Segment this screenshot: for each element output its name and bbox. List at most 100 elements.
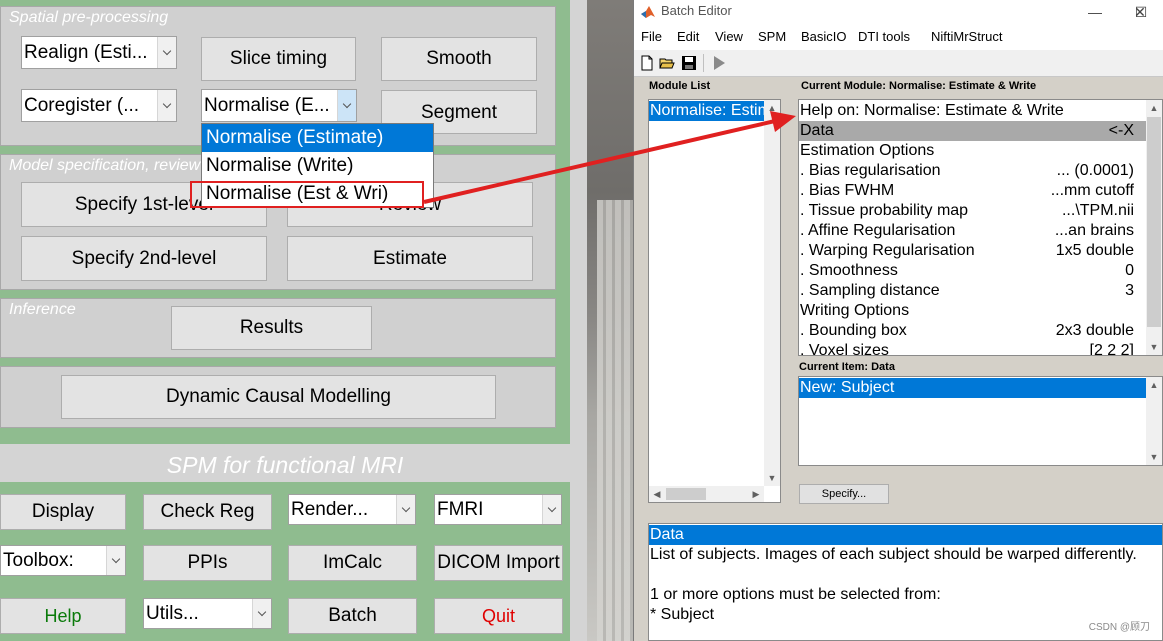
tool-bar (634, 50, 1163, 77)
scroll-thumb[interactable] (1147, 117, 1161, 327)
normalise-select[interactable]: Normalise (E... (201, 89, 357, 122)
dropdown-option-estimate[interactable]: Normalise (Estimate) (202, 124, 433, 152)
help-title: Data (649, 525, 1162, 545)
help-line (649, 565, 1162, 585)
slice-timing-button[interactable]: Slice timing (201, 37, 356, 81)
current-item-label: Current Item: Data (799, 361, 895, 373)
scroll-up-icon[interactable]: ▲ (764, 100, 780, 116)
imcalc-button[interactable]: ImCalc (288, 545, 417, 581)
scroll-down-icon[interactable]: ▼ (1146, 339, 1162, 355)
utils-select[interactable]: Utils... (143, 598, 272, 629)
watermark: CSDN @顾刀 (1088, 622, 1150, 633)
background-stripes (597, 200, 633, 641)
module-option-row[interactable]: . Smoothness 0 (799, 261, 1146, 281)
option-label: Writing Options (800, 302, 910, 319)
option-label: . Sampling distance (800, 282, 940, 299)
run-icon[interactable] (711, 55, 727, 71)
menu-file[interactable]: File (641, 29, 662, 44)
horizontal-scrollbar[interactable]: ◀ ▶ (649, 486, 764, 502)
minimize-button[interactable]: — (1072, 0, 1118, 24)
spm-menu-window: Spatial pre-processing Model specificati… (0, 0, 587, 641)
scroll-down-icon[interactable]: ▼ (1146, 449, 1162, 465)
smooth-button[interactable]: Smooth (381, 37, 537, 81)
render-select[interactable]: Render... (288, 494, 416, 525)
module-option-row[interactable]: Writing Options (799, 301, 1146, 321)
help-line: 1 or more options must be selected from: (650, 586, 941, 603)
module-list[interactable]: Normalise: Estim ▲ ▼ ◀ ▶ (648, 99, 781, 503)
module-option-row[interactable]: Estimation Options (799, 141, 1146, 161)
module-option-row[interactable]: . Warping Regularisation 1x5 double (799, 241, 1146, 261)
option-label: . Warping Regularisation (800, 242, 975, 259)
batch-button[interactable]: Batch (288, 598, 417, 634)
dropdown-option-write[interactable]: Normalise (Write) (202, 152, 433, 180)
new-file-icon[interactable] (639, 55, 655, 71)
current-item-row[interactable]: New: Subject (799, 378, 1146, 398)
module-option-row[interactable]: . Affine Regularisation ...an brains (799, 221, 1146, 241)
open-folder-icon[interactable] (659, 55, 675, 71)
vertical-scrollbar[interactable]: ▲ ▼ (1146, 377, 1162, 465)
module-option-row[interactable]: . Bias regularisation ... (0.0001) (799, 161, 1146, 181)
display-button[interactable]: Display (0, 494, 126, 530)
title-bar: Batch Editor — ☐ (634, 0, 1163, 24)
results-button[interactable]: Results (171, 306, 372, 350)
module-option-row[interactable]: Help on: Normalise: Estimate & Write (799, 101, 1146, 121)
chevron-down-icon (157, 37, 176, 68)
option-value: 1x5 double (1055, 242, 1134, 259)
current-module-list[interactable]: Help on: Normalise: Estimate & Write Data… (798, 99, 1163, 356)
menu-spm[interactable]: SPM (758, 29, 786, 44)
module-list-label: Module List (649, 80, 711, 92)
modality-select[interactable]: FMRI (434, 494, 562, 525)
dicom-import-button[interactable]: DICOM Import (434, 545, 563, 581)
menu-basicio[interactable]: BasicIO (801, 29, 847, 44)
menu-niftimrstruct[interactable]: NiftiMrStruct (931, 29, 1003, 44)
toolbar-separator (703, 54, 704, 72)
highlight-box (190, 181, 424, 208)
module-option-row[interactable]: . Bias FWHM ...mm cutoff (799, 181, 1146, 201)
scroll-left-icon[interactable]: ◀ (649, 486, 665, 502)
vertical-scrollbar[interactable]: ▲ ▼ (764, 100, 780, 486)
scroll-down-icon[interactable]: ▼ (764, 470, 780, 486)
option-value: 2x3 double (1055, 322, 1134, 339)
menu-edit[interactable]: Edit (677, 29, 699, 44)
help-line: * Subject (650, 606, 715, 623)
ppis-button[interactable]: PPIs (143, 545, 272, 581)
scroll-up-icon[interactable]: ▲ (1146, 377, 1162, 393)
module-option-row[interactable]: . Sampling distance 3 (799, 281, 1146, 301)
panel-title-spatial: Spatial pre-processing (9, 9, 169, 26)
module-option-row[interactable]: Data <-X (799, 121, 1146, 141)
desktop-background (587, 0, 633, 641)
realign-select[interactable]: Realign (Esti... (21, 36, 177, 69)
chevron-down-icon (157, 90, 176, 121)
option-value: [2 2 2] (1089, 342, 1134, 356)
module-option-row[interactable]: . Voxel sizes [2 2 2] (799, 341, 1146, 356)
specify-2nd-level-button[interactable]: Specify 2nd-level (21, 236, 267, 281)
menu-dti-tools[interactable]: DTI tools (858, 29, 910, 44)
chevron-down-icon (252, 599, 271, 628)
current-item-list[interactable]: New: Subject ▲ ▼ (798, 376, 1163, 466)
specify-button[interactable]: Specify... (799, 484, 889, 504)
save-icon[interactable] (681, 55, 697, 71)
check-reg-button[interactable]: Check Reg (143, 494, 272, 530)
chevron-down-icon (542, 495, 561, 524)
dcm-button[interactable]: Dynamic Causal Modelling (61, 375, 496, 419)
scroll-up-icon[interactable]: ▲ (1146, 100, 1162, 116)
panel-title-inference: Inference (9, 301, 76, 318)
estimate-button[interactable]: Estimate (287, 236, 533, 281)
vertical-scrollbar[interactable]: ▲ ▼ (1146, 100, 1162, 355)
coregister-select[interactable]: Coregister (... (21, 89, 177, 122)
option-label: . Bias regularisation (800, 162, 941, 179)
help-text-box: Data List of subjects. Images of each su… (648, 523, 1163, 641)
option-label: . Bias FWHM (800, 182, 895, 199)
module-option-row[interactable]: . Bounding box 2x3 double (799, 321, 1146, 341)
help-button[interactable]: Help (0, 598, 126, 634)
batch-editor-window: Batch Editor — ☐ File Edit View SPM Basi… (633, 0, 1163, 641)
toolbox-select[interactable]: Toolbox: (0, 545, 126, 576)
menu-view[interactable]: View (715, 29, 743, 44)
scroll-thumb[interactable] (666, 488, 706, 500)
quit-button[interactable]: Quit (434, 598, 563, 634)
close-button[interactable]: ✕ (1117, 0, 1163, 24)
scroll-right-icon[interactable]: ▶ (748, 486, 764, 502)
option-label: . Tissue probability map (800, 202, 969, 219)
module-option-row[interactable]: . Tissue probability map ...\TPM.nii (799, 201, 1146, 221)
module-list-item[interactable]: Normalise: Estim (649, 101, 771, 121)
